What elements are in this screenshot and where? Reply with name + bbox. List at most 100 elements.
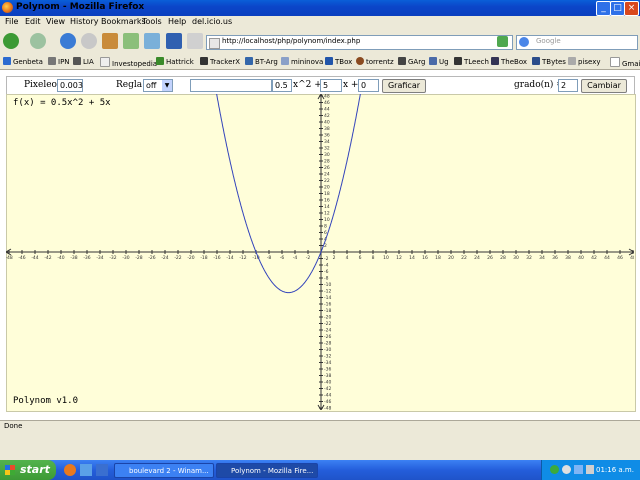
search-input[interactable] <box>516 35 638 50</box>
bookmark-item[interactable]: Genbeta <box>3 57 43 66</box>
ie-quicklaunch-icon[interactable] <box>80 464 92 476</box>
bookmark-item[interactable]: Investopedia <box>100 57 157 68</box>
start-label: start <box>20 463 50 476</box>
reload-icon[interactable] <box>60 33 76 49</box>
go-button[interactable] <box>497 36 508 47</box>
y-tick-label: 22 <box>324 178 330 184</box>
coef-a-input[interactable]: 0.5 <box>272 79 292 92</box>
y-tick-label: -26 <box>324 334 331 340</box>
x-tick-label: 26 <box>487 255 493 261</box>
bookmark-icon <box>325 57 333 65</box>
x-tick-label: -32 <box>109 255 116 261</box>
delicious-icon[interactable] <box>166 33 182 49</box>
task-firefox[interactable]: Polynom - Mozilla Fire... <box>216 463 318 478</box>
back-icon[interactable] <box>3 33 19 49</box>
bookmark-item[interactable]: IPN <box>48 57 70 66</box>
y-tick-label: -22 <box>324 321 331 327</box>
download-icon[interactable] <box>144 33 160 49</box>
y-tick-label: -8 <box>324 276 329 282</box>
regla-label: Regla: <box>116 80 146 90</box>
firefox-quicklaunch-icon[interactable] <box>64 464 76 476</box>
y-tick-label: -36 <box>324 367 331 373</box>
menu-file[interactable]: File <box>5 17 18 26</box>
x-tick-label: -40 <box>57 255 64 261</box>
bookmark-item[interactable]: mininova <box>281 57 323 66</box>
x-tick-label: -14 <box>226 255 233 261</box>
menu-view[interactable]: View <box>46 17 65 26</box>
y-tick-label: 10 <box>324 217 330 223</box>
stop-icon[interactable] <box>81 33 97 49</box>
url-text[interactable]: http://localhost/php/polynom/index.php <box>222 37 360 45</box>
y-tick-label: -42 <box>324 386 331 392</box>
coef-c-input[interactable]: 0 <box>358 79 379 92</box>
home-icon[interactable] <box>102 33 118 49</box>
task-winamp[interactable]: boulevard 2 - Winam... <box>114 463 214 478</box>
minimize-button[interactable]: _ <box>596 1 611 16</box>
y-tick-label: 14 <box>324 204 330 210</box>
y-tick-label: -16 <box>324 302 331 308</box>
x-tick-label: -22 <box>174 255 181 261</box>
bookmark-item[interactable]: TBox <box>325 57 352 66</box>
menu-bookmarks[interactable]: Bookmarks <box>101 17 146 26</box>
bookmark-icon <box>3 57 11 65</box>
y-tick-label: -14 <box>324 295 331 301</box>
y-tick-label: -48 <box>324 406 331 411</box>
x-tick-label: -12 <box>239 255 246 261</box>
empty-input[interactable] <box>190 79 272 92</box>
tray-icon[interactable] <box>562 465 571 474</box>
graficar-button[interactable]: Graficar <box>382 79 426 93</box>
y-tick-label: 48 <box>324 94 330 100</box>
bookmark-icon <box>610 57 620 67</box>
bookmark-item[interactable]: LIA <box>73 57 94 66</box>
x-tick-label: -36 <box>83 255 90 261</box>
bookmark-icon <box>356 57 364 65</box>
addon-icon[interactable] <box>123 33 139 49</box>
bookmark-item[interactable]: pisexy <box>568 57 601 66</box>
coef-b-input[interactable]: 5 <box>320 79 342 92</box>
bookmark-item[interactable]: Gmail <box>610 57 640 68</box>
term-x2-label: x^2 + <box>293 80 322 90</box>
bookmark-item[interactable]: TLeech <box>454 57 489 66</box>
x-tick-label: 10 <box>383 255 389 261</box>
bookmark-item[interactable]: TrackerX <box>200 57 240 66</box>
menu-tools[interactable]: Tools <box>142 17 162 26</box>
bookmark-item[interactable]: Ug <box>429 57 449 66</box>
regla-select[interactable]: off ▼ <box>143 79 173 92</box>
bookmark-item[interactable]: Hattrick <box>156 57 194 66</box>
menu-history[interactable]: History <box>70 17 98 26</box>
y-tick-label: 12 <box>324 211 330 217</box>
window-title: Polynom - Mozilla Firefox <box>16 2 145 12</box>
y-tick-label: 16 <box>324 198 330 204</box>
bookmark-item[interactable]: TheBox <box>491 57 527 66</box>
maximize-button[interactable]: □ <box>610 1 625 16</box>
bookmark-item[interactable]: GArg <box>398 57 425 66</box>
menu-edit[interactable]: Edit <box>25 17 41 26</box>
y-tick-label: 6 <box>324 230 327 236</box>
chevron-down-icon[interactable]: ▼ <box>162 80 172 91</box>
bookmark-item[interactable]: TBytes <box>532 57 566 66</box>
x-tick-label: 38 <box>565 255 571 261</box>
y-tick-label: -46 <box>324 399 331 405</box>
bookmark-item[interactable]: torrentz <box>356 57 394 66</box>
menu-help[interactable]: Help <box>168 17 186 26</box>
x-tick-label: 12 <box>396 255 402 261</box>
grado-input[interactable]: 2 <box>558 79 578 92</box>
x-tick-label: -28 <box>135 255 142 261</box>
firefox-icon <box>2 2 13 13</box>
forward-icon[interactable] <box>30 33 46 49</box>
close-button[interactable]: × <box>624 1 639 16</box>
volume-icon[interactable] <box>586 465 594 474</box>
y-tick-label: -6 <box>324 269 329 275</box>
x-tick-label: 24 <box>474 255 480 261</box>
menu-delicious[interactable]: del.icio.us <box>192 17 232 26</box>
network-icon[interactable] <box>574 465 583 474</box>
x-tick-label: -6 <box>280 255 285 261</box>
function-plot: -48 -46 -44 -42 -40 -38 -36 -34 -32 -30 -28 -26 -24-… <box>6 94 634 410</box>
tray-icon[interactable] <box>550 465 559 474</box>
tag-icon[interactable] <box>187 33 203 49</box>
cambiar-button[interactable]: Cambiar <box>581 79 627 93</box>
pixeleo-input[interactable]: 0.003 <box>57 79 83 92</box>
plot-axes: -48 -46 -44 -42 -40 -38 -36 -34 -32 -30 -28 -26 -24-… <box>6 94 634 410</box>
desktop-quicklaunch-icon[interactable] <box>96 464 108 476</box>
bookmark-item[interactable]: BT-Arg <box>245 57 278 66</box>
